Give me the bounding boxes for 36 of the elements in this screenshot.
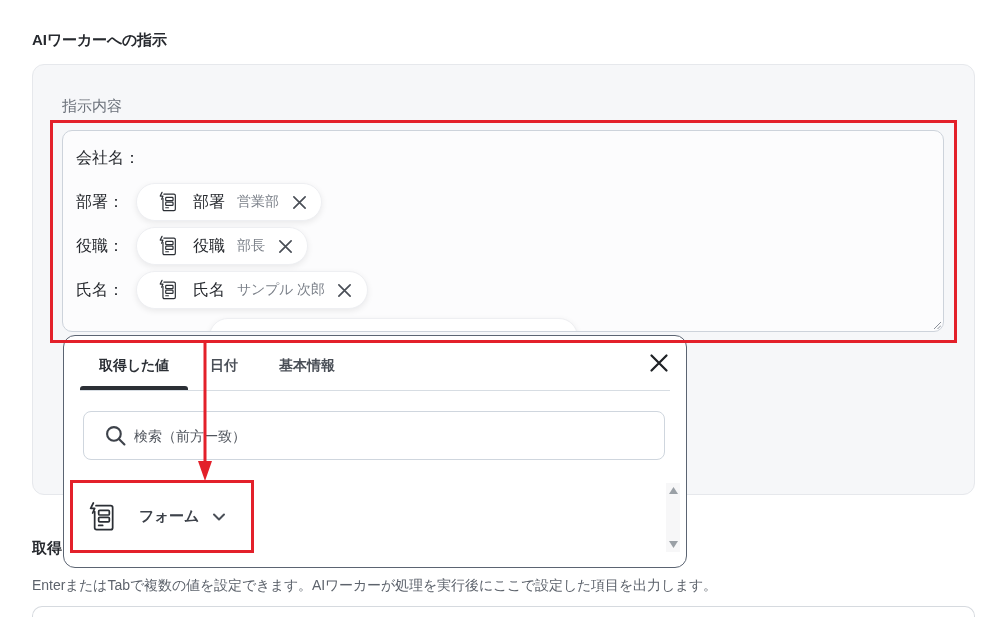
line-label: 部署： [76,191,124,212]
search-icon [105,425,126,446]
chip-value: サンプル 次郎 [237,281,325,299]
instruction-field[interactable]: 会社名： 部署： 部署 営業部 役職： 役職 部長 氏名： 氏名 サンプル 次郎 [62,130,944,332]
chip-name: 役職 [193,235,225,256]
form-icon [157,279,179,301]
resize-handle-icon[interactable] [933,321,941,329]
line-label: 会社名： [76,147,140,168]
tab[interactable]: 日付 [207,347,257,390]
close-icon [649,353,669,373]
x-icon [291,194,307,210]
scrollbar[interactable] [666,483,680,552]
form-icon [157,235,179,257]
chip-name: 部署 [193,191,225,212]
x-icon [277,238,293,254]
up-triangle-icon[interactable] [668,487,678,494]
section-title: 取得 [32,538,62,558]
chip-value: 部長 [237,237,265,255]
hint-text: EnterまたはTabで複数の値を設定できます。AIワーカーが処理を実行後にここで設定した項目を出力します。 [32,576,718,595]
variable-chip[interactable]: 役職 部長 [136,227,308,265]
chip-name: 氏名 [193,279,225,300]
line-label: 氏名： [76,279,124,300]
variable-chip[interactable]: 部署 営業部 [136,183,322,221]
close-button[interactable] [648,352,670,374]
line-label: 役職： [76,235,124,256]
chip-value: 営業部 [237,193,279,211]
x-icon [337,282,353,298]
down-triangle-icon[interactable] [668,541,678,548]
variable-chip[interactable]: 氏名 サンプル 次郎 [136,271,368,309]
form-icon [157,191,179,213]
output-field[interactable] [32,606,975,617]
list-item[interactable]: フォーム [73,483,251,550]
tab[interactable]: 基本情報 [276,347,354,390]
tab[interactable]: 取得した値 [80,347,188,390]
field-label: 指示内容 [62,96,122,116]
section-title: AIワーカーへの指示 [32,30,167,50]
